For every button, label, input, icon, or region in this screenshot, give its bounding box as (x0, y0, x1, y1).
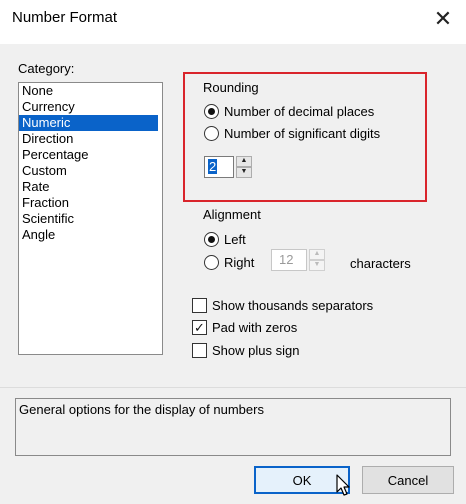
radio-decimal-places[interactable]: Number of decimal places (204, 104, 374, 119)
category-item-angle[interactable]: Angle (19, 227, 162, 243)
spinner-down-icon: ▼ (309, 260, 325, 271)
checkbox-plus-sign[interactable]: Show plus sign (192, 343, 299, 358)
checkbox-empty-icon (192, 298, 207, 313)
checkbox-empty-icon (192, 343, 207, 358)
category-item-none[interactable]: None (19, 83, 162, 99)
characters-input: 12 (271, 249, 307, 271)
title-bar: Number Format ✕ (0, 0, 466, 44)
radio-unchecked-icon (204, 126, 219, 141)
rounding-label: Rounding (203, 80, 259, 95)
spinner-down-icon[interactable]: ▼ (236, 167, 252, 178)
category-label: Category: (18, 61, 75, 76)
category-item-percentage[interactable]: Percentage (19, 147, 162, 163)
radio-significant-label: Number of significant digits (224, 126, 381, 141)
decimal-places-spinner[interactable]: 2 ▲ ▼ (204, 156, 252, 178)
characters-label: characters (350, 256, 411, 271)
decimal-places-input[interactable]: 2 (204, 156, 234, 178)
checkmark-icon: ✓ (192, 320, 207, 335)
radio-align-right[interactable]: Right (204, 255, 254, 270)
description-box: General options for the display of numbe… (15, 398, 451, 456)
category-item-custom[interactable]: Custom (19, 163, 162, 179)
checkbox-pad-zeros[interactable]: ✓ Pad with zeros (192, 320, 297, 335)
characters-spinner: 12 ▲ ▼ (271, 249, 325, 271)
spinner-up-icon[interactable]: ▲ (236, 156, 252, 167)
radio-significant-digits[interactable]: Number of significant digits (204, 126, 380, 141)
pad-zeros-label: Pad with zeros (212, 320, 298, 335)
characters-spinner-arrows: ▲ ▼ (309, 249, 325, 271)
radio-align-left[interactable]: Left (204, 232, 246, 247)
category-item-fraction[interactable]: Fraction (19, 195, 162, 211)
radio-unchecked-icon (204, 255, 219, 270)
radio-right-label: Right (224, 255, 255, 270)
radio-decimal-label: Number of decimal places (224, 104, 375, 119)
arrow-cursor-icon (336, 474, 350, 496)
divider (0, 387, 466, 388)
cancel-button[interactable]: Cancel (362, 466, 454, 494)
radio-checked-icon (204, 232, 219, 247)
plus-sign-label: Show plus sign (212, 343, 300, 358)
decimal-spinner-arrows[interactable]: ▲ ▼ (236, 156, 252, 178)
description-text: General options for the display of numbe… (19, 402, 264, 417)
category-item-scientific[interactable]: Scientific (19, 211, 162, 227)
category-item-currency[interactable]: Currency (19, 99, 162, 115)
thousands-label: Show thousands separators (212, 298, 374, 313)
category-listbox[interactable]: None Currency Numeric Direction Percenta… (18, 82, 163, 355)
dialog-title: Number Format (12, 9, 118, 26)
category-item-rate[interactable]: Rate (19, 179, 162, 195)
close-icon[interactable]: ✕ (426, 4, 460, 34)
category-item-numeric[interactable]: Numeric (19, 115, 158, 131)
alignment-label: Alignment (203, 207, 261, 222)
radio-left-label: Left (224, 232, 246, 247)
radio-checked-icon (204, 104, 219, 119)
decimal-places-value: 2 (208, 159, 218, 174)
category-item-direction[interactable]: Direction (19, 131, 162, 147)
number-format-dialog: Number Format ✕ Category: None Currency … (0, 0, 466, 504)
checkbox-thousands-separators[interactable]: Show thousands separators (192, 298, 373, 313)
spinner-up-icon: ▲ (309, 249, 325, 260)
